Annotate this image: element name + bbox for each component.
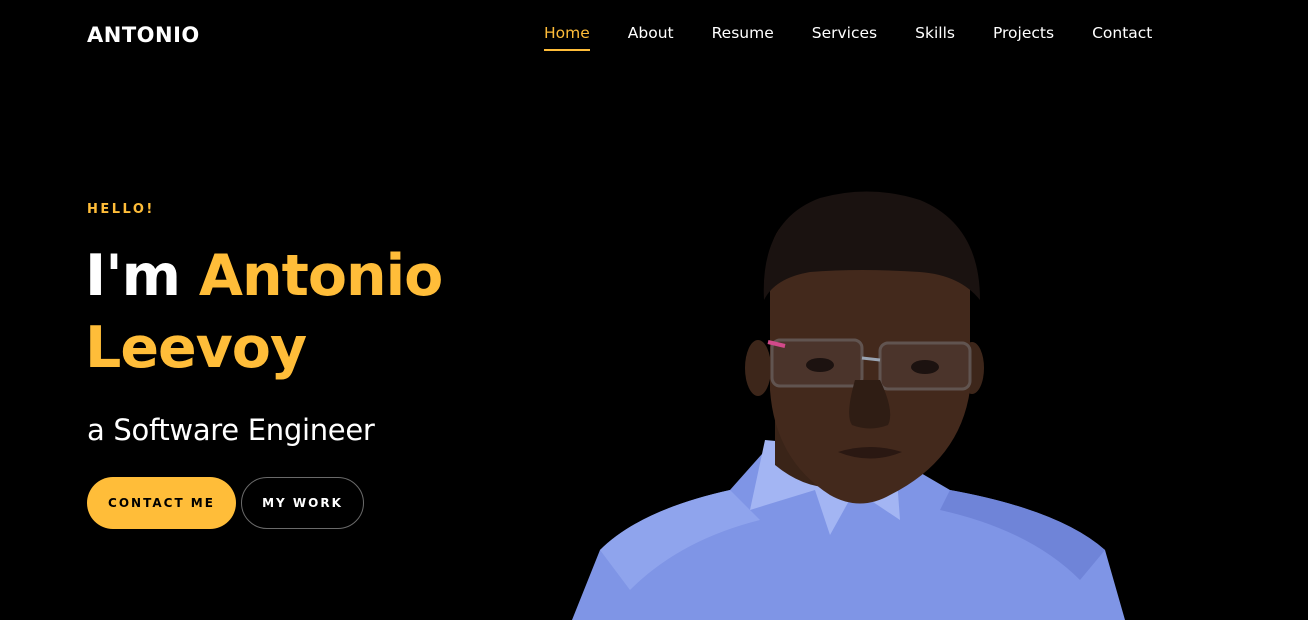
- main-nav: Home About Resume Services Skills Projec…: [544, 22, 1152, 52]
- site-logo[interactable]: ANTONIO: [87, 22, 200, 48]
- person-portrait-icon: [572, 191, 1125, 620]
- contact-me-button[interactable]: CONTACT ME: [87, 477, 236, 529]
- hero-subtitle: a Software Engineer: [87, 413, 375, 447]
- my-work-button[interactable]: MY WORK: [241, 477, 364, 529]
- nav-item-services[interactable]: Services: [812, 22, 877, 44]
- nav-item-home[interactable]: Home: [544, 22, 590, 51]
- nav-item-skills[interactable]: Skills: [915, 22, 955, 44]
- hero-greeting: HELLO!: [87, 202, 155, 217]
- hero-headline: I'm Antonio Leevoy: [85, 240, 525, 384]
- page: ANTONIO Home About Resume Services Skill…: [0, 0, 1308, 620]
- nav-item-projects[interactable]: Projects: [993, 22, 1054, 44]
- nav-item-contact[interactable]: Contact: [1092, 22, 1152, 44]
- nav-item-about[interactable]: About: [628, 22, 674, 44]
- headline-lead: I'm: [85, 243, 181, 309]
- nav-item-resume[interactable]: Resume: [712, 22, 774, 44]
